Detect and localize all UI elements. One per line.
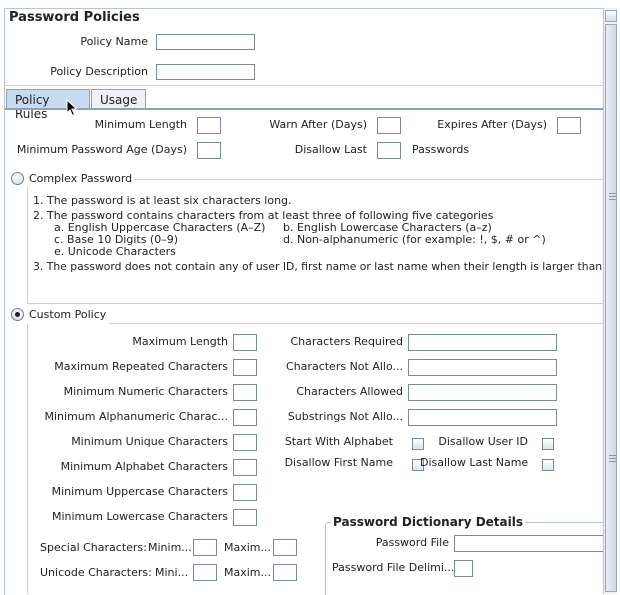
custom-box-left	[27, 324, 28, 594]
expires-after-label: Expires After (Days)	[437, 118, 547, 131]
complex-rule-3: 3. The password does not contain any of …	[33, 260, 616, 273]
minimum-numeric-label: Minimum Numeric Characters	[63, 385, 228, 398]
minimum-uppercase-label: Minimum Uppercase Characters	[51, 485, 228, 498]
mouse-cursor-icon	[66, 99, 78, 117]
grip-icon	[609, 196, 616, 197]
policy-name-label: Policy Name	[80, 35, 148, 48]
minimum-length-label: Minimum Length	[94, 118, 187, 131]
grip-icon	[609, 458, 616, 459]
expires-after-input[interactable]	[557, 117, 581, 134]
custom-divider	[109, 323, 603, 324]
unicode-max-input[interactable]	[273, 564, 297, 581]
header-divider	[5, 85, 603, 86]
disallow-first-name-label: Disallow First Name	[284, 456, 393, 469]
dictionary-title: Password Dictionary Details	[331, 515, 526, 529]
grip-icon	[609, 199, 616, 200]
complex-cat-e: e. Unicode Characters	[54, 245, 176, 258]
substrings-not-allowed-input[interactable]	[408, 409, 557, 426]
unicode-min-label: Mini...	[155, 566, 189, 579]
start-with-alphabet-checkbox[interactable]	[412, 438, 424, 450]
disallow-last-label: Disallow Last	[294, 143, 367, 156]
custom-policy-label[interactable]: Custom Policy	[29, 308, 106, 321]
special-max-input[interactable]	[273, 539, 297, 556]
warn-after-label: Warn After (Days)	[269, 118, 367, 131]
special-min-label: Minim...	[148, 541, 192, 554]
password-file-label: Password File	[375, 536, 449, 549]
unicode-characters-label: Unicode Characters:	[40, 566, 152, 579]
start-with-alphabet-label: Start With Alphabet	[284, 435, 393, 448]
tab-usage[interactable]: Usage	[91, 89, 146, 109]
minimum-alphanumeric-label: Minimum Alphanumeric Charac...	[44, 410, 229, 423]
policy-name-input[interactable]	[156, 34, 255, 50]
panel-title: Password Policies	[9, 10, 140, 25]
minimum-length-input[interactable]	[197, 117, 221, 134]
dictionary-group-box	[325, 522, 616, 595]
disallow-last-name-checkbox[interactable]	[542, 459, 554, 471]
minimum-alphabet-label: Minimum Alphabet Characters	[60, 460, 228, 473]
policy-description-label: Policy Description	[50, 65, 148, 78]
minimum-unique-input[interactable]	[233, 434, 257, 451]
disallow-user-id-checkbox[interactable]	[542, 438, 554, 450]
complex-box-left	[27, 186, 28, 303]
password-file-delimiter-label: Password File Delimi...	[332, 561, 455, 574]
scroll-thumb[interactable]	[605, 24, 617, 592]
grip-icon	[609, 455, 616, 456]
characters-allowed-input[interactable]	[408, 384, 557, 401]
special-min-input[interactable]	[193, 539, 217, 556]
policy-description-input[interactable]	[156, 64, 255, 80]
custom-policy-radio[interactable]	[11, 308, 24, 321]
warn-after-input[interactable]	[377, 117, 401, 134]
characters-not-allowed-label: Characters Not Allo...	[286, 360, 403, 373]
minimum-lowercase-label: Minimum Lowercase Characters	[51, 510, 228, 523]
grip-icon	[609, 461, 616, 462]
complex-box-bottom	[27, 303, 603, 304]
minimum-password-age-input[interactable]	[197, 142, 221, 159]
disallow-last-input[interactable]	[377, 142, 401, 159]
minimum-password-age-label: Minimum Password Age (Days)	[16, 143, 187, 156]
disallow-user-id-label: Disallow User ID	[438, 435, 528, 448]
characters-required-input[interactable]	[408, 334, 557, 351]
maximum-repeated-label: Maximum Repeated Characters	[54, 360, 228, 373]
characters-required-label: Characters Required	[290, 335, 404, 348]
unicode-min-input[interactable]	[193, 564, 217, 581]
minimum-lowercase-input[interactable]	[233, 509, 257, 526]
disallow-last-name-label: Disallow Last Name	[420, 456, 529, 469]
passwords-label: Passwords	[412, 143, 470, 156]
special-characters-label: Special Characters:	[40, 541, 147, 554]
maximum-repeated-input[interactable]	[233, 359, 257, 376]
scroll-up-button[interactable]	[605, 10, 617, 22]
maximum-length-label: Maximum Length	[132, 335, 228, 348]
special-max-label: Maxim...	[224, 541, 272, 554]
tab-strip-line	[5, 108, 603, 110]
minimum-numeric-input[interactable]	[233, 384, 257, 401]
minimum-alphanumeric-input[interactable]	[233, 409, 257, 426]
complex-password-radio[interactable]	[11, 172, 24, 185]
complex-password-label[interactable]: Complex Password	[29, 172, 132, 185]
password-file-input[interactable]	[454, 535, 604, 552]
grip-icon	[609, 193, 616, 194]
complex-cat-d: d. Non-alphanumeric (for example: !, $, …	[283, 233, 546, 246]
minimum-unique-label: Minimum Unique Characters	[71, 435, 228, 448]
vertical-scrollbar[interactable]	[603, 8, 617, 594]
unicode-max-label: Maxim...	[224, 566, 272, 579]
minimum-uppercase-input[interactable]	[233, 484, 257, 501]
complex-rule-1: 1. The password is at least six characte…	[33, 194, 292, 207]
characters-not-allowed-input[interactable]	[408, 359, 557, 376]
minimum-alphabet-input[interactable]	[233, 459, 257, 476]
password-file-delimiter-input[interactable]	[454, 560, 473, 577]
complex-divider	[134, 179, 603, 180]
characters-allowed-label: Characters Allowed	[296, 385, 403, 398]
substrings-not-allowed-label: Substrings Not Allo...	[287, 410, 403, 423]
maximum-length-input[interactable]	[233, 334, 257, 351]
